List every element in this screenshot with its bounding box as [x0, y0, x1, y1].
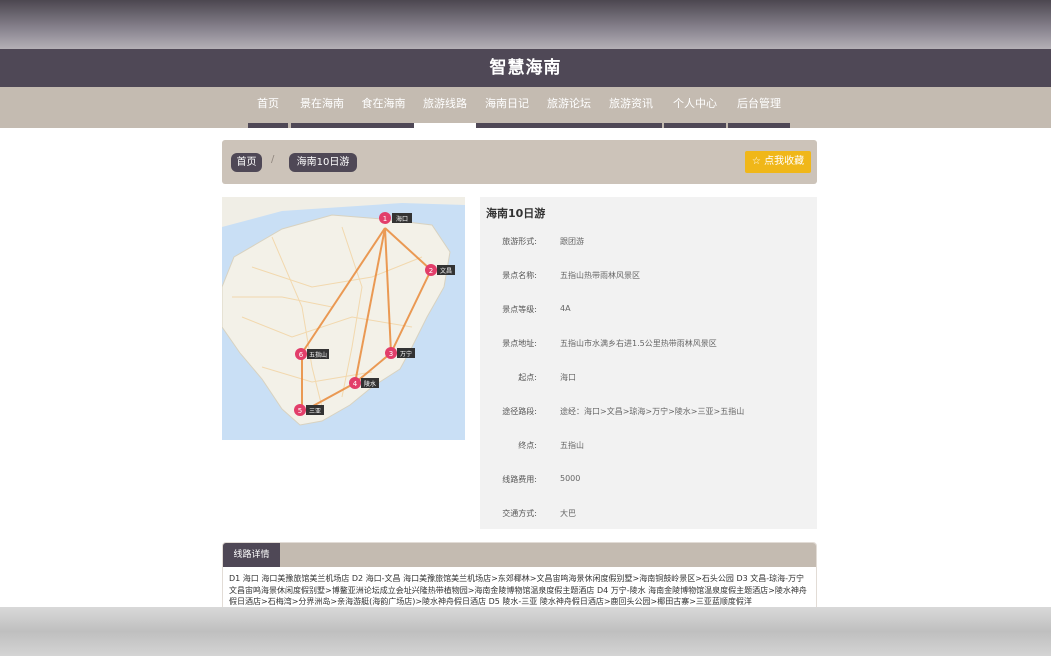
- marker-3-num: 3: [389, 350, 393, 358]
- info-value: 5000: [560, 474, 581, 483]
- info-value: 五指山: [560, 441, 584, 450]
- info-label: 景点地址:: [502, 339, 537, 348]
- info-label: 景点等级:: [502, 305, 537, 314]
- nav-profile[interactable]: 个人中心: [664, 87, 726, 128]
- info-label: 旅游形式:: [502, 237, 537, 246]
- nav-diary[interactable]: 海南日记: [476, 87, 538, 128]
- info-label: 交通方式:: [502, 509, 537, 518]
- info-value: 4A: [560, 304, 571, 313]
- breadcrumb-home[interactable]: 首页: [231, 153, 262, 172]
- nav-label: 个人中心: [673, 97, 717, 110]
- marker-2-num: 2: [429, 267, 433, 275]
- nav-label: 旅游资讯: [609, 97, 653, 110]
- info-row-spot: 景点名称: 五指山热带雨林风景区: [480, 270, 817, 284]
- marker-2-name: 文昌: [440, 267, 452, 275]
- main-nav: 首页 景在海南 食在海南 旅游线路 海南日记 旅游论坛 旅游资讯 个人中心 后台…: [0, 87, 1051, 128]
- window-top-blur: [0, 0, 1051, 49]
- nav-label: 景在海南: [300, 97, 344, 110]
- info-row-address: 景点地址: 五指山市水满乡右进1.5公里热带雨林风景区: [480, 338, 817, 352]
- breadcrumb-current: 海南10日游: [289, 153, 357, 172]
- marker-4-name: 陵水: [364, 380, 376, 388]
- route-title: 海南10日游: [486, 207, 546, 220]
- nav-label: 旅游论坛: [547, 97, 591, 110]
- info-row-cost: 线路费用: 5000: [480, 474, 817, 488]
- nav-label: 海南日记: [485, 97, 529, 110]
- route-map[interactable]: 1 海口 2 文昌 3 万宁 4 陵水 5 三亚 6 五指山: [222, 197, 465, 440]
- info-label: 终点:: [518, 441, 537, 450]
- info-row-transport: 交通方式: 大巴: [480, 508, 817, 522]
- nav-forum[interactable]: 旅游论坛: [538, 87, 600, 128]
- info-row-via: 途径路段: 途经：海口>文昌>琼海>万宁>陵水>三亚>五指山: [480, 406, 817, 420]
- marker-1-num: 1: [383, 215, 387, 223]
- info-row-type: 旅游形式: 跟团游: [480, 236, 817, 250]
- info-row-end: 终点: 五指山: [480, 440, 817, 454]
- info-value: 途经：海口>文昌>琼海>万宁>陵水>三亚>五指山: [560, 407, 745, 416]
- info-label: 起点:: [518, 373, 537, 382]
- tab-route-detail[interactable]: 线路详情: [223, 543, 280, 567]
- marker-4-num: 4: [353, 380, 358, 388]
- marker-6-num: 6: [299, 351, 304, 359]
- info-value: 海口: [560, 373, 576, 382]
- info-value: 跟团游: [560, 237, 584, 246]
- route-detail-text: D1 海口 海口美豫旅馆美兰机场店 D2 海口-文昌 海口美豫旅馆美兰机场店>东…: [229, 574, 807, 606]
- nav-routes[interactable]: 旅游线路: [414, 87, 476, 128]
- nav-food[interactable]: 食在海南: [353, 87, 414, 128]
- marker-1-name: 海口: [396, 215, 408, 223]
- info-row-start: 起点: 海口: [480, 372, 817, 386]
- info-label: 途径路段:: [502, 407, 537, 416]
- info-value: 五指山热带雨林风景区: [560, 271, 640, 280]
- marker-5-name: 三亚: [309, 408, 321, 415]
- map-image: 1 海口 2 文昌 3 万宁 4 陵水 5 三亚 6 五指山: [222, 197, 465, 426]
- nav-label: 首页: [257, 97, 279, 110]
- route-info-panel: 海南10日游 旅游形式: 跟团游 景点名称: 五指山热带雨林风景区 景点等级: 4A …: [480, 197, 817, 529]
- nav-scenery[interactable]: 景在海南: [291, 87, 353, 128]
- info-row-level: 景点等级: 4A: [480, 304, 817, 318]
- nav-admin[interactable]: 后台管理: [728, 87, 790, 128]
- detail-header: 线路详情: [223, 543, 816, 567]
- marker-5-num: 5: [298, 407, 302, 415]
- info-value: 大巴: [560, 509, 576, 518]
- marker-6-name: 五指山: [309, 351, 327, 359]
- favorite-button[interactable]: ☆ 点我收藏: [745, 151, 811, 173]
- info-label: 景点名称:: [502, 271, 537, 280]
- nav-label: 食在海南: [361, 97, 406, 110]
- breadcrumb-separator: /: [271, 154, 275, 165]
- marker-3-name: 万宁: [400, 350, 412, 358]
- breadcrumb: 首页 / 海南10日游 ☆ 点我收藏: [222, 140, 817, 184]
- nav-label: 旅游线路: [423, 97, 467, 110]
- info-label: 线路费用:: [502, 475, 537, 484]
- nav-label: 后台管理: [737, 97, 781, 110]
- nav-home[interactable]: 首页: [248, 87, 288, 128]
- window-bottom-blur: [0, 607, 1051, 656]
- nav-news[interactable]: 旅游资讯: [600, 87, 662, 128]
- info-value: 五指山市水满乡右进1.5公里热带雨林风景区: [560, 339, 717, 348]
- site-title: 智慧海南: [0, 49, 1051, 87]
